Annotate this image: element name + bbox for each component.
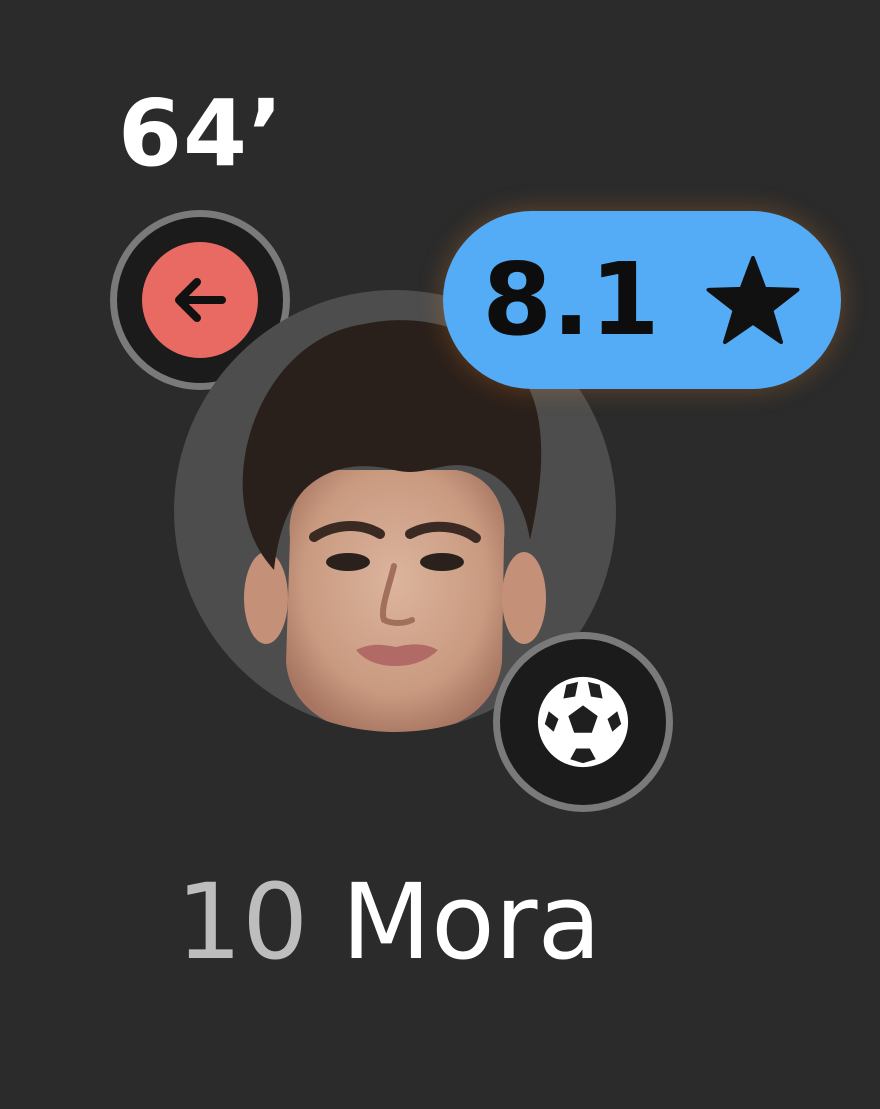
goal-event-badge <box>493 632 673 812</box>
left-arrow-icon <box>175 278 226 322</box>
football-icon <box>537 676 629 768</box>
rating-value: 8.1 <box>482 241 660 358</box>
substitution-indicator <box>142 242 258 358</box>
player-name: Mora <box>341 861 602 983</box>
substitution-minute: 64’ <box>118 80 284 187</box>
player-rating-badge: 8.1 <box>443 211 841 389</box>
shirt-number: 10 <box>176 861 309 983</box>
star-icon <box>706 255 800 345</box>
player-name-label: 10 Mora <box>176 870 601 974</box>
